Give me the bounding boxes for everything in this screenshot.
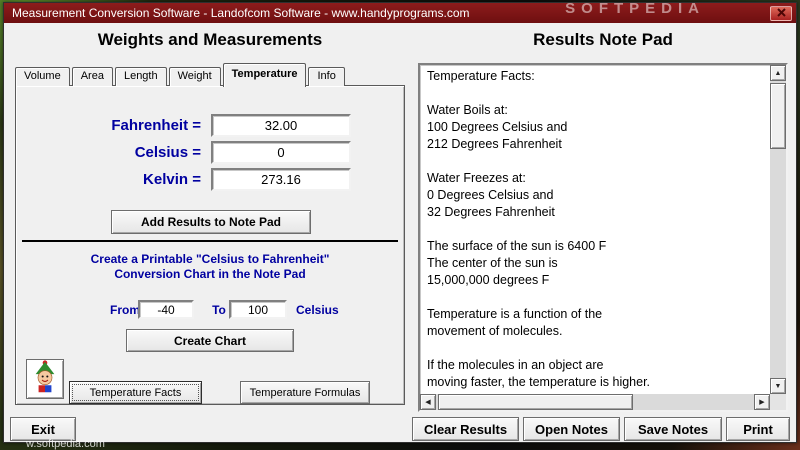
tab-weight[interactable]: Weight — [168, 67, 221, 86]
results-notepad[interactable]: Temperature Facts: Water Boils at: 100 Deg… — [418, 63, 788, 412]
tab-volume[interactable]: Volume — [15, 67, 70, 86]
window-title: Measurement Conversion Software - Landof… — [12, 6, 470, 20]
vertical-scrollbar[interactable]: ▲ ▼ — [770, 65, 786, 394]
notepad-line: moving faster, the temperature is higher… — [427, 375, 651, 389]
chart-instruction-line1: Create a Printable "Celsius to Fahrenhei… — [90, 252, 330, 266]
scrollbar-corner — [770, 394, 786, 410]
scroll-left-icon[interactable]: ◀ — [420, 394, 436, 410]
left-panel-title: Weights and Measurements — [97, 30, 323, 49]
tab-info[interactable]: Info — [308, 67, 345, 86]
notepad-line: 212 Degrees Fahrenheit — [427, 137, 562, 151]
add-results-button[interactable]: Add Results to Note Pad — [111, 210, 311, 234]
to-input[interactable] — [229, 300, 287, 319]
celsius-label: Celsius = — [134, 144, 201, 161]
scroll-down-icon[interactable]: ▼ — [770, 378, 786, 394]
notepad-line: 15,000,000 degrees F — [427, 273, 550, 287]
notepad-text: Temperature Facts: Water Boils at: 100 Deg… — [420, 65, 770, 394]
notepad-line: 0 Degrees Celsius and — [427, 188, 554, 202]
kelvin-input[interactable] — [211, 168, 351, 191]
notepad-line: Temperature Facts: — [427, 69, 535, 83]
jester-mascot-icon — [31, 360, 59, 398]
print-button[interactable]: Print — [726, 417, 790, 441]
scroll-up-icon[interactable]: ▲ — [770, 65, 786, 81]
temperature-formulas-button[interactable]: Temperature Formulas — [240, 381, 370, 404]
mascot-button[interactable] — [26, 359, 64, 399]
notepad-line: Water Boils at: — [427, 103, 508, 117]
fahrenheit-input[interactable] — [211, 114, 351, 137]
to-label: To — [212, 303, 226, 317]
close-icon — [776, 4, 786, 22]
from-input[interactable] — [138, 300, 194, 319]
notepad-line: Temperature is a function of the — [427, 307, 603, 321]
chart-instruction-line2: Conversion Chart in the Note Pad — [114, 267, 306, 281]
notepad-line: If the molecules in an object are — [427, 358, 604, 372]
tab-strip: Volume Area Length Weight Temperature Info — [15, 62, 347, 87]
window-content: Weights and Measurements Results Note Pa… — [4, 23, 796, 442]
vertical-scroll-thumb[interactable] — [770, 83, 786, 149]
notepad-line: Water Freezes at: — [427, 171, 526, 185]
tab-area[interactable]: Area — [71, 67, 113, 86]
kelvin-label: Kelvin = — [143, 171, 201, 188]
notepad-line: 32 Degrees Fahrenheit — [427, 205, 555, 219]
section-divider — [22, 240, 398, 242]
title-bar[interactable]: Measurement Conversion Software - Landof… — [4, 3, 796, 23]
notepad-line — [427, 289, 766, 306]
close-button[interactable] — [770, 4, 792, 22]
notepad-line — [427, 153, 766, 170]
temperature-facts-button[interactable]: Temperature Facts — [69, 381, 202, 404]
notepad-line — [427, 221, 766, 238]
save-notes-button[interactable]: Save Notes — [624, 417, 722, 441]
scroll-right-icon[interactable]: ▶ — [754, 394, 770, 410]
notepad-line: 100 Degrees Celsius and — [427, 120, 568, 134]
horizontal-scroll-thumb[interactable] — [438, 394, 633, 410]
horizontal-scrollbar[interactable]: ◀ ▶ — [420, 394, 770, 410]
right-panel-title: Results Note Pad — [533, 30, 673, 49]
celsius-unit-label: Celsius — [296, 303, 339, 317]
notepad-line — [427, 85, 766, 102]
app-window: Measurement Conversion Software - Landof… — [3, 2, 797, 443]
exit-button[interactable]: Exit — [10, 417, 76, 441]
notepad-line: movement of molecules. — [427, 324, 563, 338]
fahrenheit-label: Fahrenheit = — [111, 117, 201, 134]
create-chart-button[interactable]: Create Chart — [126, 329, 294, 352]
open-notes-button[interactable]: Open Notes — [523, 417, 620, 441]
notepad-line: The surface of the sun is 6400 F — [427, 239, 607, 253]
temperature-tab-page: Fahrenheit = Celsius = Kelvin = Add Resu… — [15, 85, 405, 405]
celsius-input[interactable] — [211, 141, 351, 164]
clear-results-button[interactable]: Clear Results — [412, 417, 519, 441]
notepad-line — [427, 340, 766, 357]
tab-temperature[interactable]: Temperature — [222, 63, 307, 87]
tab-length[interactable]: Length — [114, 67, 167, 86]
notepad-line: The center of the sun is — [427, 256, 558, 270]
